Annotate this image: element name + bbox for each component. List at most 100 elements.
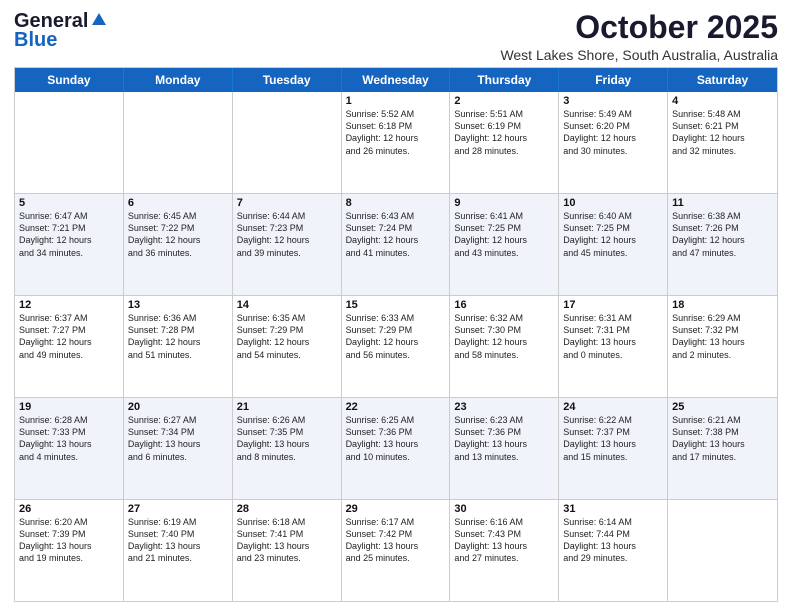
cell-info: Sunrise: 6:40 AM Sunset: 7:25 PM Dayligh… <box>563 210 663 259</box>
cell-info: Sunrise: 6:22 AM Sunset: 7:37 PM Dayligh… <box>563 414 663 463</box>
cal-cell-4-2: 28Sunrise: 6:18 AM Sunset: 7:41 PM Dayli… <box>233 500 342 601</box>
cal-cell-0-1 <box>124 92 233 193</box>
day-number: 6 <box>128 197 228 209</box>
day-number: 21 <box>237 401 337 413</box>
cal-cell-1-0: 5Sunrise: 6:47 AM Sunset: 7:21 PM Daylig… <box>15 194 124 295</box>
day-number: 7 <box>237 197 337 209</box>
cal-cell-3-5: 24Sunrise: 6:22 AM Sunset: 7:37 PM Dayli… <box>559 398 668 499</box>
title-section: October 2025 West Lakes Shore, South Aus… <box>500 10 778 63</box>
cell-info: Sunrise: 6:20 AM Sunset: 7:39 PM Dayligh… <box>19 516 119 565</box>
day-number: 11 <box>672 197 773 209</box>
day-number: 24 <box>563 401 663 413</box>
header: General Blue October 2025 West Lakes Sho… <box>14 10 778 63</box>
cal-cell-2-6: 18Sunrise: 6:29 AM Sunset: 7:32 PM Dayli… <box>668 296 777 397</box>
cell-info: Sunrise: 6:43 AM Sunset: 7:24 PM Dayligh… <box>346 210 446 259</box>
day-number: 16 <box>454 299 554 311</box>
day-number: 20 <box>128 401 228 413</box>
calendar-row-2: 12Sunrise: 6:37 AM Sunset: 7:27 PM Dayli… <box>15 295 777 397</box>
calendar-row-3: 19Sunrise: 6:28 AM Sunset: 7:33 PM Dayli… <box>15 397 777 499</box>
cal-cell-3-3: 22Sunrise: 6:25 AM Sunset: 7:36 PM Dayli… <box>342 398 451 499</box>
cell-info: Sunrise: 6:14 AM Sunset: 7:44 PM Dayligh… <box>563 516 663 565</box>
day-number: 14 <box>237 299 337 311</box>
cal-cell-4-0: 26Sunrise: 6:20 AM Sunset: 7:39 PM Dayli… <box>15 500 124 601</box>
cal-cell-3-0: 19Sunrise: 6:28 AM Sunset: 7:33 PM Dayli… <box>15 398 124 499</box>
cell-info: Sunrise: 6:37 AM Sunset: 7:27 PM Dayligh… <box>19 312 119 361</box>
header-day-monday: Monday <box>124 68 233 92</box>
page: General Blue October 2025 West Lakes Sho… <box>0 0 792 612</box>
cell-info: Sunrise: 6:16 AM Sunset: 7:43 PM Dayligh… <box>454 516 554 565</box>
cell-info: Sunrise: 6:19 AM Sunset: 7:40 PM Dayligh… <box>128 516 228 565</box>
cal-cell-1-6: 11Sunrise: 6:38 AM Sunset: 7:26 PM Dayli… <box>668 194 777 295</box>
header-day-saturday: Saturday <box>668 68 777 92</box>
day-number: 4 <box>672 95 773 107</box>
calendar-row-1: 5Sunrise: 6:47 AM Sunset: 7:21 PM Daylig… <box>15 193 777 295</box>
cal-cell-1-2: 7Sunrise: 6:44 AM Sunset: 7:23 PM Daylig… <box>233 194 342 295</box>
day-number: 30 <box>454 503 554 515</box>
day-number: 17 <box>563 299 663 311</box>
cell-info: Sunrise: 6:44 AM Sunset: 7:23 PM Dayligh… <box>237 210 337 259</box>
cell-info: Sunrise: 6:21 AM Sunset: 7:38 PM Dayligh… <box>672 414 773 463</box>
cell-info: Sunrise: 6:26 AM Sunset: 7:35 PM Dayligh… <box>237 414 337 463</box>
day-number: 23 <box>454 401 554 413</box>
logo-icon <box>90 11 108 29</box>
cell-info: Sunrise: 6:23 AM Sunset: 7:36 PM Dayligh… <box>454 414 554 463</box>
cell-info: Sunrise: 6:32 AM Sunset: 7:30 PM Dayligh… <box>454 312 554 361</box>
cell-info: Sunrise: 5:49 AM Sunset: 6:20 PM Dayligh… <box>563 108 663 157</box>
cal-cell-1-4: 9Sunrise: 6:41 AM Sunset: 7:25 PM Daylig… <box>450 194 559 295</box>
cell-info: Sunrise: 6:29 AM Sunset: 7:32 PM Dayligh… <box>672 312 773 361</box>
logo: General Blue <box>14 10 108 52</box>
header-day-thursday: Thursday <box>450 68 559 92</box>
cal-cell-2-5: 17Sunrise: 6:31 AM Sunset: 7:31 PM Dayli… <box>559 296 668 397</box>
cell-info: Sunrise: 6:27 AM Sunset: 7:34 PM Dayligh… <box>128 414 228 463</box>
cal-cell-4-6 <box>668 500 777 601</box>
day-number: 28 <box>237 503 337 515</box>
cal-cell-4-3: 29Sunrise: 6:17 AM Sunset: 7:42 PM Dayli… <box>342 500 451 601</box>
day-number: 22 <box>346 401 446 413</box>
cell-info: Sunrise: 6:31 AM Sunset: 7:31 PM Dayligh… <box>563 312 663 361</box>
day-number: 10 <box>563 197 663 209</box>
day-number: 5 <box>19 197 119 209</box>
day-number: 26 <box>19 503 119 515</box>
cal-cell-1-3: 8Sunrise: 6:43 AM Sunset: 7:24 PM Daylig… <box>342 194 451 295</box>
day-number: 18 <box>672 299 773 311</box>
cell-info: Sunrise: 6:45 AM Sunset: 7:22 PM Dayligh… <box>128 210 228 259</box>
header-day-tuesday: Tuesday <box>233 68 342 92</box>
cell-info: Sunrise: 6:35 AM Sunset: 7:29 PM Dayligh… <box>237 312 337 361</box>
day-number: 8 <box>346 197 446 209</box>
cell-info: Sunrise: 6:38 AM Sunset: 7:26 PM Dayligh… <box>672 210 773 259</box>
cal-cell-2-4: 16Sunrise: 6:32 AM Sunset: 7:30 PM Dayli… <box>450 296 559 397</box>
cell-info: Sunrise: 6:47 AM Sunset: 7:21 PM Dayligh… <box>19 210 119 259</box>
cal-cell-4-5: 31Sunrise: 6:14 AM Sunset: 7:44 PM Dayli… <box>559 500 668 601</box>
cal-cell-0-4: 2Sunrise: 5:51 AM Sunset: 6:19 PM Daylig… <box>450 92 559 193</box>
cal-cell-2-0: 12Sunrise: 6:37 AM Sunset: 7:27 PM Dayli… <box>15 296 124 397</box>
cal-cell-3-6: 25Sunrise: 6:21 AM Sunset: 7:38 PM Dayli… <box>668 398 777 499</box>
cal-cell-0-3: 1Sunrise: 5:52 AM Sunset: 6:18 PM Daylig… <box>342 92 451 193</box>
day-number: 1 <box>346 95 446 107</box>
day-number: 9 <box>454 197 554 209</box>
cal-cell-0-2 <box>233 92 342 193</box>
cell-info: Sunrise: 6:18 AM Sunset: 7:41 PM Dayligh… <box>237 516 337 565</box>
cal-cell-0-0 <box>15 92 124 193</box>
day-number: 15 <box>346 299 446 311</box>
logo-blue: Blue <box>14 29 57 52</box>
cell-info: Sunrise: 5:52 AM Sunset: 6:18 PM Dayligh… <box>346 108 446 157</box>
cal-cell-3-1: 20Sunrise: 6:27 AM Sunset: 7:34 PM Dayli… <box>124 398 233 499</box>
cal-cell-1-5: 10Sunrise: 6:40 AM Sunset: 7:25 PM Dayli… <box>559 194 668 295</box>
cal-cell-4-1: 27Sunrise: 6:19 AM Sunset: 7:40 PM Dayli… <box>124 500 233 601</box>
day-number: 25 <box>672 401 773 413</box>
day-number: 2 <box>454 95 554 107</box>
cell-info: Sunrise: 6:28 AM Sunset: 7:33 PM Dayligh… <box>19 414 119 463</box>
calendar-body: 1Sunrise: 5:52 AM Sunset: 6:18 PM Daylig… <box>15 92 777 601</box>
cal-cell-2-2: 14Sunrise: 6:35 AM Sunset: 7:29 PM Dayli… <box>233 296 342 397</box>
cal-cell-2-1: 13Sunrise: 6:36 AM Sunset: 7:28 PM Dayli… <box>124 296 233 397</box>
cell-info: Sunrise: 6:41 AM Sunset: 7:25 PM Dayligh… <box>454 210 554 259</box>
calendar-row-0: 1Sunrise: 5:52 AM Sunset: 6:18 PM Daylig… <box>15 92 777 193</box>
cal-cell-3-4: 23Sunrise: 6:23 AM Sunset: 7:36 PM Dayli… <box>450 398 559 499</box>
cal-cell-3-2: 21Sunrise: 6:26 AM Sunset: 7:35 PM Dayli… <box>233 398 342 499</box>
day-number: 19 <box>19 401 119 413</box>
cell-info: Sunrise: 6:36 AM Sunset: 7:28 PM Dayligh… <box>128 312 228 361</box>
day-number: 31 <box>563 503 663 515</box>
day-number: 3 <box>563 95 663 107</box>
month-title: October 2025 <box>500 10 778 45</box>
cal-cell-2-3: 15Sunrise: 6:33 AM Sunset: 7:29 PM Dayli… <box>342 296 451 397</box>
